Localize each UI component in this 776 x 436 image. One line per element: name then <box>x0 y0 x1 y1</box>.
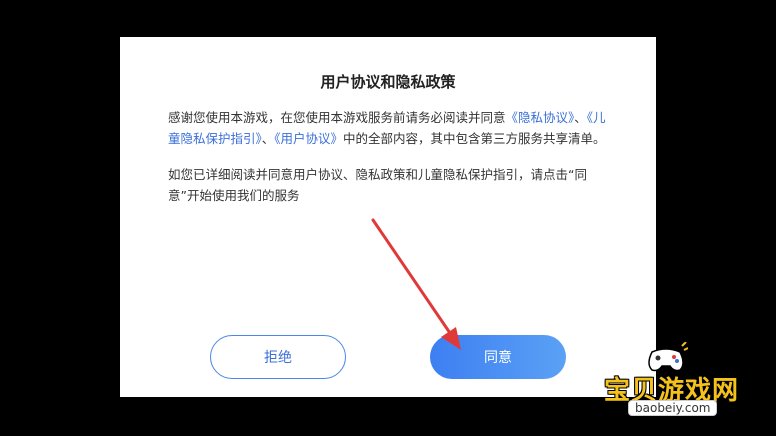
watermark-url: baobeiy.com <box>628 400 718 416</box>
site-watermark: 宝贝游戏网 baobeiy.com <box>596 340 776 430</box>
